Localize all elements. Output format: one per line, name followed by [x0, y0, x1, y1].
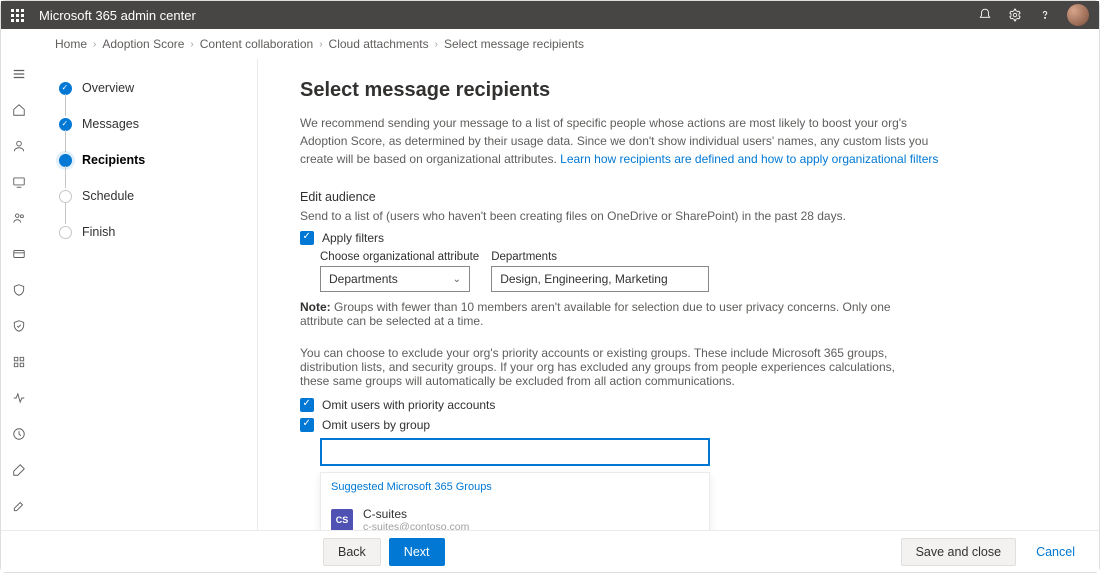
rail-reports-icon[interactable] — [10, 353, 28, 371]
app-title: Microsoft 365 admin center — [39, 8, 196, 23]
departments-label: Departments — [491, 251, 709, 263]
group-email: c-suites@contoso.com — [363, 521, 469, 530]
departments-value: Design, Engineering, Marketing — [500, 272, 667, 286]
group-badge-icon: CS — [331, 509, 353, 530]
rail-menu-icon[interactable] — [10, 65, 28, 83]
chevron-right-icon: › — [190, 39, 193, 50]
step-label: Recipients — [82, 153, 145, 167]
notifications-icon[interactable] — [977, 7, 993, 23]
rail-teams-icon[interactable] — [10, 209, 28, 227]
help-icon[interactable] — [1037, 7, 1053, 23]
step-finish[interactable]: Finish — [59, 225, 247, 239]
topbar: Microsoft 365 admin center — [1, 1, 1099, 29]
crumb-attach[interactable]: Cloud attachments — [329, 37, 429, 51]
edit-audience-heading: Edit audience — [300, 190, 1069, 204]
crumb-adoption[interactable]: Adoption Score — [102, 37, 184, 51]
suggested-item[interactable]: CS C-suitesc-suites@contoso.com — [321, 501, 709, 530]
app-launcher-icon[interactable] — [11, 9, 27, 22]
rail-home-icon[interactable] — [10, 101, 28, 119]
main-layout: Overview Messages Recipients Schedule Fi… — [1, 59, 1099, 530]
back-button[interactable]: Back — [323, 538, 381, 566]
footer: Back Next Save and close Cancel — [1, 530, 1099, 572]
omit-priority-row: Omit users with priority accounts — [300, 398, 1069, 412]
filters-row: Choose organizational attribute Departme… — [320, 251, 1069, 292]
step-label: Schedule — [82, 189, 134, 203]
group-search-input[interactable] — [320, 438, 710, 466]
cancel-link[interactable]: Cancel — [1036, 545, 1075, 559]
breadcrumb: Home › Adoption Score › Content collaborat… — [1, 29, 1099, 59]
step-label: Finish — [82, 225, 115, 239]
rail-edit-icon[interactable] — [10, 497, 28, 515]
crumb-collab[interactable]: Content collaboration — [200, 37, 313, 51]
step-recipients[interactable]: Recipients — [59, 153, 247, 167]
rail-billing-icon[interactable] — [10, 245, 28, 263]
chevron-right-icon: › — [93, 39, 96, 50]
attribute-select[interactable]: Departments ⌄ — [320, 266, 470, 292]
wizard-steps: Overview Messages Recipients Schedule Fi… — [37, 59, 257, 530]
step-overview[interactable]: Overview — [59, 81, 247, 95]
apply-filters-checkbox[interactable] — [300, 231, 314, 245]
exclude-desc: You can choose to exclude your org's pri… — [300, 346, 920, 388]
chevron-right-icon: › — [319, 39, 322, 50]
step-done-icon — [59, 82, 72, 95]
omit-group-label: Omit users by group — [322, 418, 430, 432]
attribute-label: Choose organizational attribute — [320, 251, 479, 263]
rail-health-icon[interactable] — [10, 389, 28, 407]
rail-security-icon[interactable] — [10, 281, 28, 299]
step-pending-icon — [59, 226, 72, 239]
settings-icon[interactable] — [1007, 7, 1023, 23]
rail-shield-icon[interactable] — [10, 317, 28, 335]
suggested-groups-list: Suggested Microsoft 365 Groups CS C-suit… — [320, 472, 710, 530]
rail-devices-icon[interactable] — [10, 173, 28, 191]
omit-priority-checkbox[interactable] — [300, 398, 314, 412]
page-title: Select message recipients — [300, 79, 1069, 102]
chevron-right-icon: › — [435, 39, 438, 50]
step-pending-icon — [59, 190, 72, 203]
edit-audience-sub: Send to a list of (users who haven't bee… — [300, 209, 1069, 223]
note-label: Note: — [300, 300, 331, 314]
omit-priority-label: Omit users with priority accounts — [322, 398, 495, 412]
crumb-current: Select message recipients — [444, 37, 584, 51]
page-intro: We recommend sending your message to a l… — [300, 114, 940, 168]
step-label: Overview — [82, 81, 134, 95]
chevron-down-icon: ⌄ — [453, 274, 461, 285]
group-name: C-suites — [363, 507, 469, 521]
learn-more-link[interactable]: Learn how recipients are defined and how… — [560, 152, 938, 166]
note-text: Note: Groups with fewer than 10 members … — [300, 300, 920, 328]
step-current-icon — [59, 154, 72, 167]
left-rail — [1, 59, 37, 530]
step-messages[interactable]: Messages — [59, 117, 247, 131]
next-button[interactable]: Next — [389, 538, 445, 566]
crumb-home[interactable]: Home — [55, 37, 87, 51]
apply-filters-label: Apply filters — [322, 231, 384, 245]
step-done-icon — [59, 118, 72, 131]
step-schedule[interactable]: Schedule — [59, 189, 247, 203]
omit-group-row: Omit users by group — [300, 418, 1069, 432]
rail-setup-icon[interactable] — [10, 461, 28, 479]
omit-group-checkbox[interactable] — [300, 418, 314, 432]
note-body: Groups with fewer than 10 members aren't… — [300, 300, 891, 328]
apply-filters-row: Apply filters — [300, 231, 1069, 245]
departments-input[interactable]: Design, Engineering, Marketing — [491, 266, 709, 292]
attribute-value: Departments — [329, 272, 398, 286]
save-close-button[interactable]: Save and close — [901, 538, 1016, 566]
step-label: Messages — [82, 117, 139, 131]
suggested-header: Suggested Microsoft 365 Groups — [321, 473, 709, 501]
rail-admin-icon[interactable] — [10, 425, 28, 443]
content-pane: Select message recipients We recommend s… — [257, 59, 1099, 530]
user-avatar[interactable] — [1067, 4, 1089, 26]
rail-users-icon[interactable] — [10, 137, 28, 155]
